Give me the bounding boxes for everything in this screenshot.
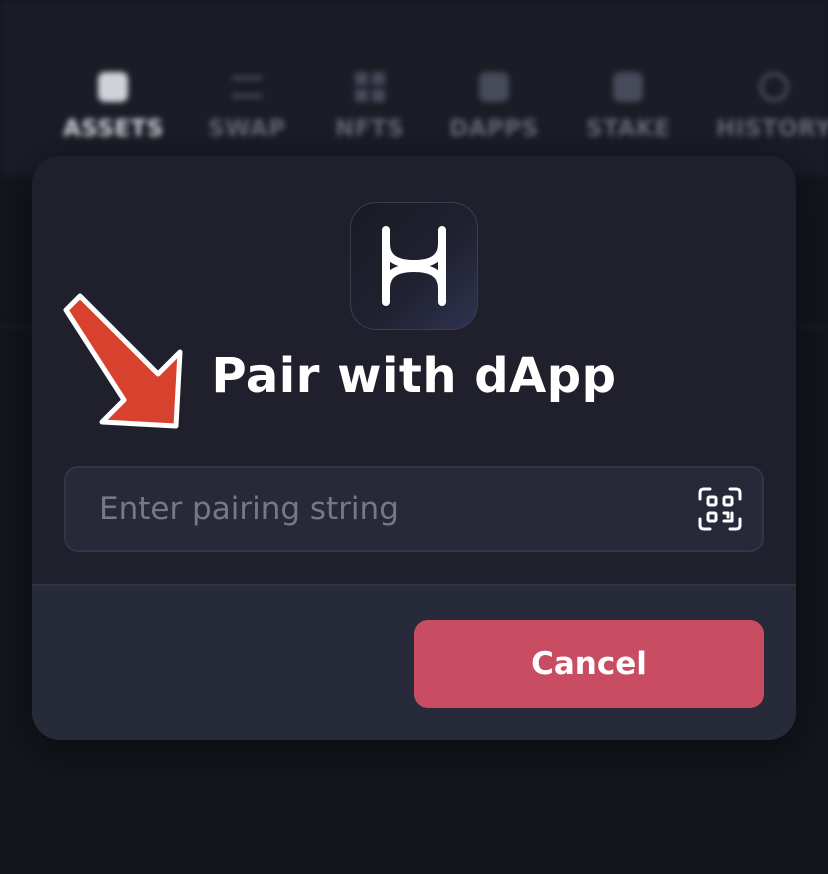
nav-tab-swap[interactable]: SWAP — [208, 72, 286, 142]
nav-tab-label: DAPPS — [449, 116, 539, 142]
nav-tab-assets[interactable]: ASSETS — [63, 72, 164, 142]
nav-tab-label: NFTS — [335, 116, 405, 142]
history-clock-icon — [759, 72, 790, 102]
logo-glyph — [382, 226, 446, 306]
nav-tab-history[interactable]: HISTORY — [716, 72, 828, 142]
wallet-icon — [98, 72, 129, 102]
bottom-nav-bar: ASSETS SWAP NFTS DAPPS STAKE HISTORY — [0, 0, 828, 176]
nav-tab-label: SWAP — [208, 116, 286, 142]
browser-icon — [478, 72, 509, 102]
stake-icon — [613, 72, 644, 102]
qr-glyph — [698, 487, 742, 531]
nav-tab-dapps[interactable]: DAPPS — [449, 72, 539, 142]
qr-code-scan-icon[interactable] — [698, 487, 742, 531]
red-arrow-icon — [63, 293, 183, 429]
grid-icon — [354, 72, 385, 102]
nav-tab-label: HISTORY — [716, 116, 828, 142]
pair-dapp-modal: Pair with dApp Enter pairing string Canc… — [32, 156, 796, 740]
nav-tab-label: ASSETS — [63, 116, 164, 142]
nav-tab-stake[interactable]: STAKE — [586, 72, 670, 142]
hashpack-h-logo-icon — [350, 202, 478, 330]
screen: ASSETS SWAP NFTS DAPPS STAKE HISTORY Pai… — [0, 0, 828, 874]
pairing-string-input[interactable] — [66, 468, 686, 550]
swap-arrows-icon — [231, 76, 262, 98]
pairing-string-field[interactable] — [64, 466, 764, 552]
nav-tab-label: STAKE — [586, 116, 671, 142]
nav-tab-nfts[interactable]: NFTS — [335, 72, 404, 142]
cancel-button[interactable]: Cancel — [414, 620, 764, 708]
